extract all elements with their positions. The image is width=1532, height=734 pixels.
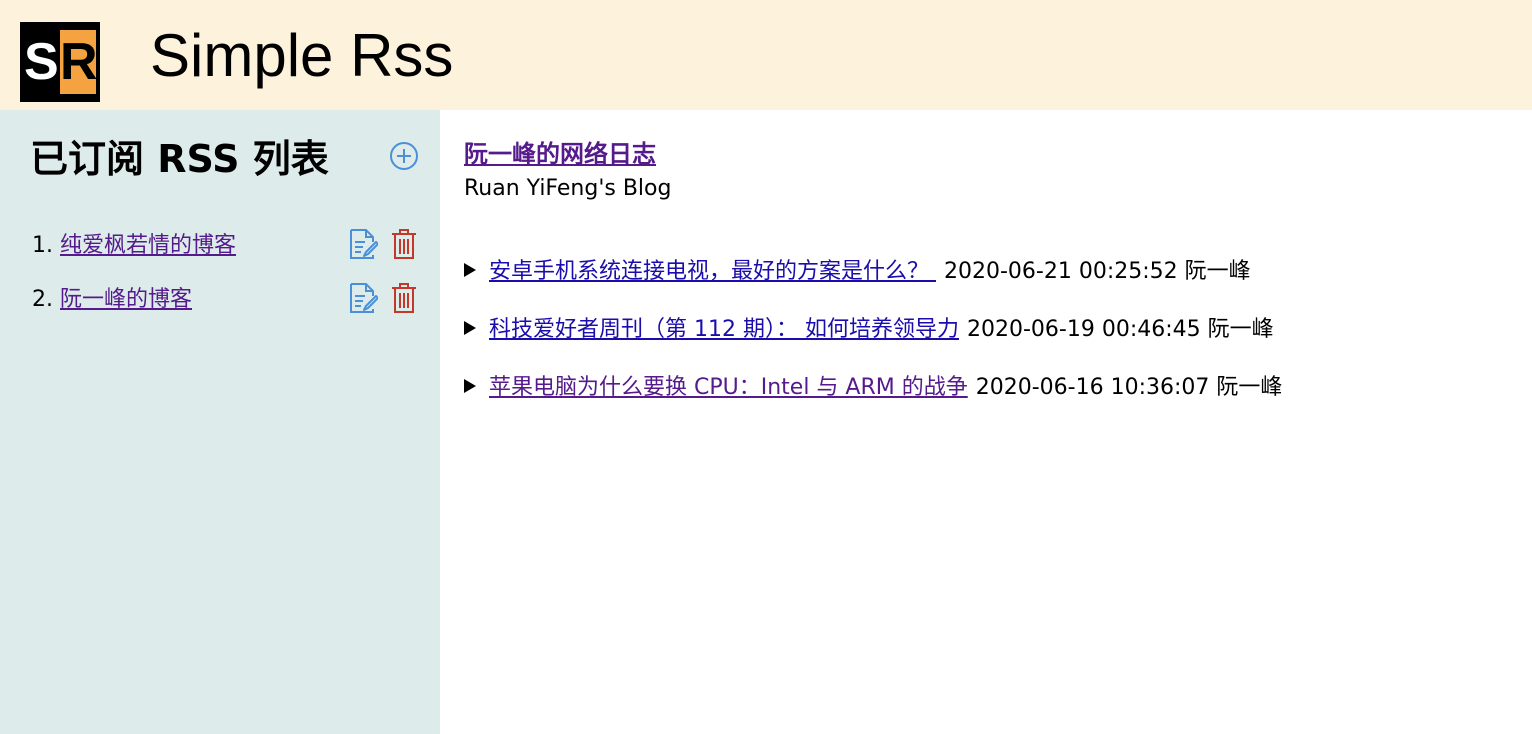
post-date: 2020-06-21 00:25:52 — [944, 259, 1178, 284]
feed-item-number: 2. — [32, 287, 53, 312]
expand-triangle-icon[interactable] — [464, 263, 476, 277]
sidebar: 已订阅 RSS 列表 1. 纯爱枫若情的博客 2. 阮一峰的博客 — [0, 110, 440, 734]
post-author: 阮一峰 — [1184, 259, 1251, 284]
expand-triangle-icon[interactable] — [464, 321, 476, 335]
app-title: Simple Rss — [150, 22, 454, 89]
trash-icon[interactable] — [390, 228, 418, 260]
app-logo: S R — [20, 22, 100, 102]
feed-link[interactable]: 纯爱枫若情的博客 — [60, 232, 236, 260]
post-author: 阮一峰 — [1216, 375, 1283, 400]
plus-circle-icon[interactable] — [389, 141, 419, 171]
blog-title-link[interactable]: 阮一峰的网络日志 — [464, 138, 656, 170]
logo-letter-r: R — [60, 30, 98, 94]
post-title-link[interactable]: 苹果电脑为什么要换 CPU：Intel 与 ARM 的战争 — [489, 375, 968, 400]
logo-letter-s: S — [24, 33, 59, 91]
post-date: 2020-06-19 00:46:45 — [966, 317, 1201, 342]
feed-list-item: 2. 阮一峰的博客 — [32, 282, 422, 318]
expand-triangle-icon[interactable] — [464, 379, 476, 393]
post-item: 苹果电脑为什么要换 CPU：Intel 与 ARM 的战争 2020-06-16 … — [464, 372, 1282, 404]
blog-description: Ruan YiFeng's Blog — [464, 176, 672, 201]
post-item: 安卓手机系统连接电视，最好的方案是什么？ 2020-06-21 00:25:52… — [464, 256, 1251, 288]
post-item: 科技爱好者周刊（第 112 期）： 如何培养领导力 2020-06-19 00:4… — [464, 314, 1274, 346]
edit-icon[interactable] — [348, 282, 378, 314]
feed-content: 阮一峰的网络日志 Ruan YiFeng's Blog 安卓手机系统连接电视，最… — [440, 110, 1532, 734]
feed-item-number: 1. — [32, 233, 53, 258]
app-header: S R Simple Rss — [0, 0, 1532, 110]
post-title-link[interactable]: 科技爱好者周刊（第 112 期）： 如何培养领导力 — [489, 317, 959, 342]
sidebar-heading: 已订阅 RSS 列表 — [30, 137, 329, 181]
edit-icon[interactable] — [348, 228, 378, 260]
post-title-link[interactable]: 安卓手机系统连接电视，最好的方案是什么？ — [489, 259, 936, 284]
trash-icon[interactable] — [390, 282, 418, 314]
post-author: 阮一峰 — [1207, 317, 1274, 342]
post-date: 2020-06-16 10:36:07 — [975, 375, 1210, 400]
feed-link[interactable]: 阮一峰的博客 — [60, 286, 192, 314]
feed-list-item: 1. 纯爱枫若情的博客 — [32, 228, 422, 264]
